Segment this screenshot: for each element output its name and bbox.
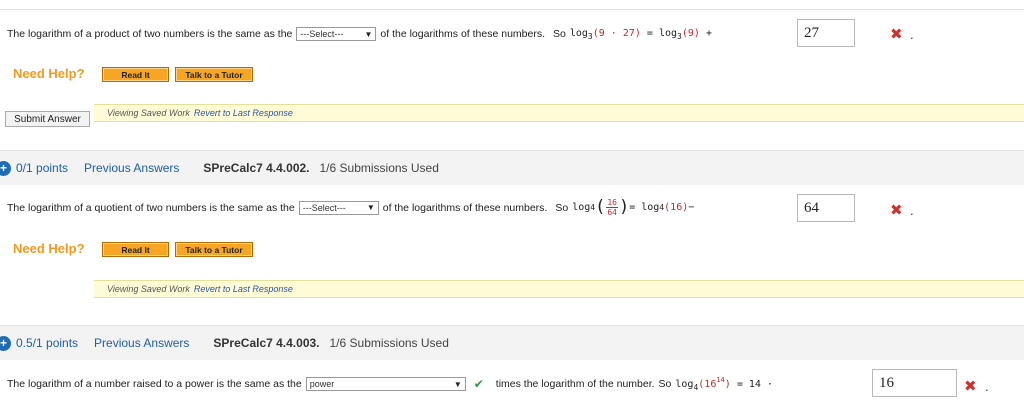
read-it-button-2[interactable]: Read It [102,242,169,257]
question-2-so: So [555,201,569,214]
plus-circle-icon[interactable]: + [0,160,11,176]
question-3-formula: log4(1614) = 14 · [675,376,773,392]
question-1-select[interactable]: ---Select--- ▼ [296,27,377,41]
talk-to-tutor-button-1[interactable]: Talk to a Tutor [175,67,253,82]
question-2-answer-input[interactable] [797,194,855,222]
question-2-formula: log 4 ( 16 64 ) = log 4 (16) − [572,197,695,217]
question-1-answer-input[interactable] [797,19,855,47]
question-2-code: SPreCalc7 4.4.002. [203,161,310,175]
question-2-select-value: ---Select--- [302,202,346,213]
question-3-submissions: 1/6 Submissions Used [329,336,449,350]
revert-link-2[interactable]: Revert to Last Response [194,284,293,294]
question-3-points[interactable]: 0.5/1 points [16,336,78,350]
question-3-previous-answers[interactable]: Previous Answers [94,336,189,350]
question-3-prompt-end: times the logarithm of the number. [495,378,655,390]
top-divider [0,9,1024,10]
question-1-select-value: ---Select--- [300,29,344,39]
revert-link-1[interactable]: Revert to Last Response [194,108,293,118]
question-2-prompt: The logarithm of a quotient of two numbe… [7,201,295,214]
need-help-label-1: Need Help? [13,66,85,81]
question-3-header: + 0.5/1 points Previous Answers SPreCalc… [0,325,1024,360]
x-icon: ✖ [890,26,903,43]
question-2-text: The logarithm of a quotient of two numbe… [7,198,694,217]
read-it-button-1[interactable]: Read It [102,67,169,82]
question-3-period: . [985,379,989,394]
question-1-formula: log3(9 · 27) = log3(9) + [569,27,712,41]
talk-to-tutor-button-2[interactable]: Talk to a Tutor [175,242,253,257]
plus-circle-icon[interactable]: + [0,335,11,351]
question-1-prompt-end: of the logarithms of these numbers. [380,28,545,40]
triangle-down-icon: ▼ [453,379,462,389]
need-help-label-2: Need Help? [13,241,85,256]
question-3-answer-input[interactable] [872,369,957,397]
question-1-period: . [910,27,914,42]
x-icon: ✖ [964,378,977,395]
submit-answer-button[interactable]: Submit Answer [5,111,90,127]
question-3-select-value: power [309,379,335,389]
question-3-text: The logarithm of a number raised to a po… [7,376,773,392]
question-2-points[interactable]: 0/1 points [16,161,68,175]
saved-work-text-2: Viewing Saved Work [107,284,190,294]
question-3-code: SPreCalc7 4.4.003. [213,336,320,350]
question-3-select[interactable]: power ▼ [305,377,466,391]
question-1-text: The logarithm of a product of two number… [7,27,712,41]
question-2-submissions: 1/6 Submissions Used [319,161,439,175]
question-2-select[interactable]: ---Select--- ▼ [298,200,379,215]
saved-work-bar-1: Viewing Saved Work Revert to Last Respon… [94,104,1024,122]
question-2-prompt-end: of the logarithms of these numbers. [382,201,548,214]
saved-work-text-1: Viewing Saved Work [107,108,190,118]
triangle-down-icon: ▼ [366,203,375,212]
x-icon: ✖ [890,202,903,219]
question-3-prompt: The logarithm of a number raised to a po… [7,378,302,390]
check-icon: ✔ [473,377,484,391]
triangle-down-icon: ▼ [364,29,373,39]
question-2-header: + 0/1 points Previous Answers SPreCalc7 … [0,150,1024,185]
question-2-previous-answers[interactable]: Previous Answers [84,161,179,175]
question-3-so: So [658,378,672,390]
question-2-period: . [910,203,914,218]
question-1-so: So [553,28,566,40]
saved-work-bar-2: Viewing Saved Work Revert to Last Respon… [94,280,1024,298]
question-1-prompt: The logarithm of a product of two number… [7,28,293,40]
